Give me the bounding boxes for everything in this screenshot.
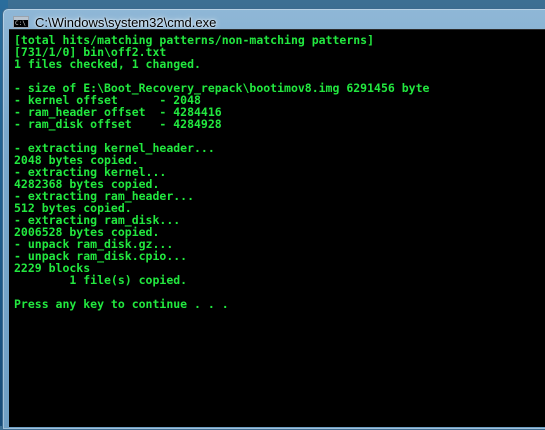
console-output: [total hits/matching patterns/non-matchi… bbox=[9, 30, 545, 310]
console-line: 1 file(s) copied. bbox=[14, 273, 188, 287]
console-line: - ram_disk offset - 4284928 bbox=[14, 117, 222, 131]
console-output-area[interactable]: [total hits/matching patterns/non-matchi… bbox=[9, 29, 545, 427]
window-title: C:\Windows\system32\cmd.exe bbox=[35, 14, 217, 30]
console-line: Press any key to continue . . . bbox=[14, 297, 229, 311]
console-line: - unpack ram_disk.cpio... bbox=[14, 249, 188, 263]
cmd-icon[interactable] bbox=[13, 16, 29, 28]
console-line: 1 files checked, 1 changed. bbox=[14, 57, 201, 71]
